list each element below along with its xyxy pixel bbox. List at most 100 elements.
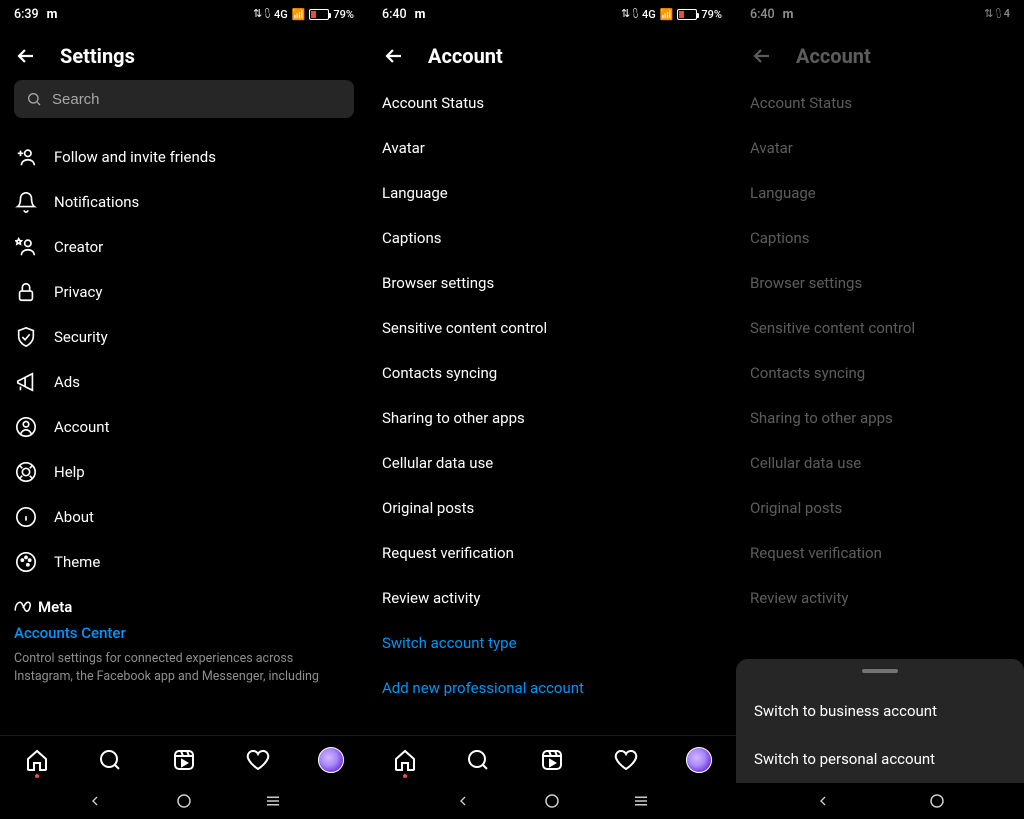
account-browser[interactable]: Browser settings	[382, 260, 722, 305]
settings-item-privacy[interactable]: Privacy	[14, 269, 354, 314]
settings-item-security[interactable]: Security	[14, 314, 354, 359]
carrier-icon: m	[47, 7, 58, 22]
sys-home[interactable]	[925, 789, 949, 813]
settings-item-account[interactable]: Account	[14, 404, 354, 449]
account-captions[interactable]: Captions	[382, 215, 722, 260]
switch-personal-account[interactable]: Switch to personal account	[736, 735, 1024, 783]
nav-search[interactable]	[464, 746, 492, 774]
settings-label: Follow and invite friends	[54, 148, 216, 166]
settings-item-notifications[interactable]: Notifications	[14, 179, 354, 224]
settings-item-theme[interactable]: Theme	[14, 539, 354, 584]
account-sharing[interactable]: Sharing to other apps	[750, 395, 1010, 440]
settings-label: Security	[54, 328, 108, 346]
profile-avatar-icon	[318, 747, 344, 773]
network-label: 4G	[274, 8, 288, 21]
account-contacts[interactable]: Contacts syncing	[750, 350, 1010, 395]
notification-dot	[403, 774, 407, 778]
account-avatar[interactable]: Avatar	[750, 125, 1010, 170]
status-bar: 6:40 m ⇅ ⩇ 4G 📶 79%	[368, 0, 736, 28]
menu-icon	[264, 792, 282, 810]
back-arrow-icon[interactable]	[382, 44, 406, 68]
add-user-icon	[14, 146, 38, 168]
phone-screen-account: 6:40 m ⇅ ⩇ 4G 📶 79% Account Account Stat…	[368, 0, 736, 819]
status-time: 6:40	[750, 7, 775, 22]
account-review[interactable]: Review activity	[750, 575, 1010, 620]
meta-section: Meta Accounts Center Control settings fo…	[14, 598, 354, 686]
status-bar: 6:40 m ⇅ ⩇ 4	[736, 0, 1024, 28]
account-review[interactable]: Review activity	[382, 575, 722, 620]
meta-icon	[14, 601, 32, 613]
nav-reels[interactable]	[170, 746, 198, 774]
bottom-sheet: Switch to business account Switch to per…	[736, 659, 1024, 783]
nav-home[interactable]	[391, 746, 419, 774]
meta-label: Meta	[38, 598, 72, 616]
megaphone-icon	[14, 371, 38, 393]
nav-profile[interactable]	[317, 746, 345, 774]
header: Account	[736, 28, 1024, 80]
settings-item-creator[interactable]: Creator	[14, 224, 354, 269]
account-avatar[interactable]: Avatar	[382, 125, 722, 170]
account-sensitive[interactable]: Sensitive content control	[750, 305, 1010, 350]
home-icon	[393, 748, 417, 772]
shield-icon	[14, 326, 38, 348]
nav-home[interactable]	[23, 746, 51, 774]
account-captions[interactable]: Captions	[750, 215, 1010, 260]
info-icon	[14, 506, 38, 528]
signal-icon: 📶	[292, 8, 306, 21]
menu-icon	[632, 792, 650, 810]
meta-logo: Meta	[14, 598, 354, 616]
switch-account-type[interactable]: Switch account type	[382, 620, 722, 665]
nav-search[interactable]	[96, 746, 124, 774]
account-verification[interactable]: Request verification	[750, 530, 1010, 575]
account-contacts[interactable]: Contacts syncing	[382, 350, 722, 395]
status-time: 6:39	[14, 7, 39, 22]
settings-item-help[interactable]: Help	[14, 449, 354, 494]
account-cellular[interactable]: Cellular data use	[382, 440, 722, 485]
account-original-posts[interactable]: Original posts	[382, 485, 722, 530]
account-cellular[interactable]: Cellular data use	[750, 440, 1010, 485]
account-browser[interactable]: Browser settings	[750, 260, 1010, 305]
account-sensitive[interactable]: Sensitive content control	[382, 305, 722, 350]
settings-item-ads[interactable]: Ads	[14, 359, 354, 404]
settings-item-about[interactable]: About	[14, 494, 354, 539]
sheet-handle[interactable]	[862, 669, 898, 673]
sys-back[interactable]	[83, 789, 107, 813]
battery-text: 79%	[333, 8, 354, 21]
carrier-icon: m	[415, 7, 426, 22]
sys-home[interactable]	[172, 789, 196, 813]
account-status[interactable]: Account Status	[382, 80, 722, 125]
settings-item-follow-invite[interactable]: Follow and invite friends	[14, 134, 354, 179]
account-language[interactable]: Language	[750, 170, 1010, 215]
switch-business-account[interactable]: Switch to business account	[736, 687, 1024, 735]
account-verification[interactable]: Request verification	[382, 530, 722, 575]
back-arrow-icon[interactable]	[750, 44, 774, 68]
nav-activity[interactable]	[244, 746, 272, 774]
settings-label: Help	[54, 463, 85, 481]
search-field[interactable]	[52, 91, 342, 108]
notification-dot	[35, 774, 39, 778]
nav-reels[interactable]	[538, 746, 566, 774]
settings-label: Creator	[54, 238, 103, 256]
account-status[interactable]: Account Status	[750, 80, 1010, 125]
sys-back[interactable]	[451, 789, 475, 813]
account-sharing[interactable]: Sharing to other apps	[382, 395, 722, 440]
nav-activity[interactable]	[612, 746, 640, 774]
sys-recents[interactable]	[629, 789, 653, 813]
heart-icon	[614, 748, 638, 772]
system-nav	[368, 783, 736, 819]
sys-back[interactable]	[811, 789, 835, 813]
star-user-icon	[14, 236, 38, 258]
search-icon	[26, 91, 42, 107]
account-language[interactable]: Language	[382, 170, 722, 215]
sys-home[interactable]	[540, 789, 564, 813]
search-icon	[98, 748, 122, 772]
sys-recents[interactable]	[261, 789, 285, 813]
back-arrow-icon[interactable]	[14, 44, 38, 68]
nav-profile[interactable]	[685, 746, 713, 774]
accounts-center-link[interactable]: Accounts Center	[14, 624, 354, 642]
add-professional-account[interactable]: Add new professional account	[382, 665, 722, 710]
back-icon	[455, 793, 471, 809]
search-input[interactable]	[14, 80, 354, 118]
system-nav	[736, 783, 1024, 819]
account-original-posts[interactable]: Original posts	[750, 485, 1010, 530]
